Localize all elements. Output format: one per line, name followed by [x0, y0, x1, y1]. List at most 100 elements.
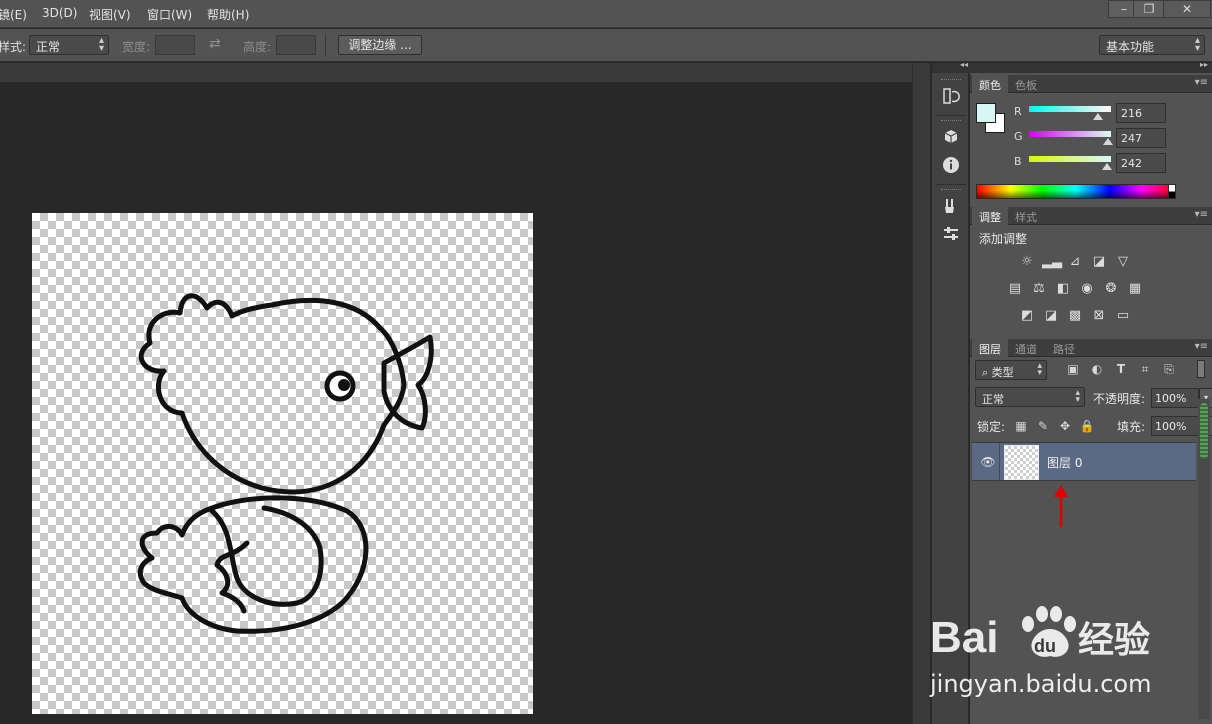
tab-adjustments[interactable]: 调整: [972, 207, 1008, 225]
levels-icon[interactable]: ▂▃: [1042, 254, 1062, 270]
lock-paint-icon[interactable]: ✎: [1035, 418, 1051, 434]
options-bar: 样式: 正常 ▴ ▾ 宽度: ⇄ 高度: 调整边缘 ... 基本功能 ▴ ▾: [0, 29, 1212, 62]
chick-head-outline: [138, 293, 407, 495]
brightness-icon[interactable]: ☼: [1018, 254, 1036, 270]
panel-menu-icon[interactable]: ▾≡: [1195, 209, 1208, 220]
photo-filter-icon[interactable]: ◉: [1078, 281, 1096, 297]
history-icon[interactable]: [940, 87, 962, 109]
height-input[interactable]: [276, 35, 316, 55]
invert-icon[interactable]: ◩: [1018, 308, 1036, 324]
panel-menu-icon[interactable]: ▾≡: [1195, 77, 1208, 88]
collapse-icon: ◂◂: [959, 60, 968, 69]
red-value-input[interactable]: 216: [1116, 103, 1166, 123]
visibility-toggle[interactable]: 👁: [972, 443, 1000, 482]
menu-view[interactable]: 视图(V): [89, 6, 131, 23]
curves-icon[interactable]: ⊿: [1066, 254, 1084, 270]
selective-color-icon[interactable]: ▭: [1114, 308, 1132, 324]
expand-icon: ▸▸: [1199, 60, 1208, 69]
black-white-swatch[interactable]: [1168, 184, 1176, 199]
3d-icon[interactable]: [940, 127, 962, 149]
fill-label: 填充:: [1117, 420, 1146, 434]
gradient-map-icon[interactable]: ⊠: [1090, 308, 1108, 324]
green-slider[interactable]: [1029, 131, 1111, 137]
menu-help[interactable]: 帮助(H): [207, 6, 249, 23]
layer-filter-value: 类型: [991, 366, 1014, 379]
threshold-icon[interactable]: ▩: [1066, 308, 1084, 324]
tab-paths[interactable]: 路径: [1046, 339, 1082, 357]
info-icon[interactable]: [940, 156, 962, 178]
watermark-brand-left: Bai: [930, 613, 998, 662]
red-slider[interactable]: [1029, 106, 1111, 112]
image-filter-icon[interactable]: ▣: [1065, 361, 1081, 377]
smart-filter-icon[interactable]: ⎘: [1161, 361, 1177, 377]
opacity-input[interactable]: 100% ▾: [1151, 388, 1212, 408]
swap-icon[interactable]: ⇄: [209, 36, 221, 52]
width-label: 宽度:: [122, 40, 151, 54]
restore-button[interactable]: ❐: [1133, 0, 1165, 18]
workspace-select[interactable]: 基本功能 ▴ ▾: [1099, 35, 1205, 55]
hue-saturation-icon[interactable]: ▤: [1006, 281, 1024, 297]
style-label: 样式:: [0, 40, 27, 54]
add-adjustment-title: 添加调整: [979, 232, 1028, 246]
type-filter-icon[interactable]: T: [1113, 361, 1129, 377]
panel-menu-icon[interactable]: ▾≡: [1195, 341, 1208, 352]
restore-icon: ❐: [1143, 2, 1155, 16]
red-slider-thumb[interactable]: [1093, 113, 1104, 120]
document-canvas[interactable]: [32, 213, 533, 714]
properties-icon[interactable]: [940, 225, 962, 247]
layer-thumbnail[interactable]: [1004, 445, 1039, 480]
lock-position-icon[interactable]: ✥: [1057, 418, 1073, 434]
blue-slider[interactable]: [1029, 156, 1111, 162]
tab-layers[interactable]: 图层: [972, 339, 1008, 357]
menu-window[interactable]: 窗口(W): [147, 6, 192, 23]
watermark-brand-mid: du: [1034, 636, 1056, 656]
color-lookup-icon[interactable]: ▦: [1126, 281, 1144, 297]
channel-mixer-icon[interactable]: ❂: [1102, 281, 1120, 297]
blue-slider-thumb[interactable]: [1101, 163, 1112, 170]
posterize-icon[interactable]: ◪: [1042, 308, 1060, 324]
lock-transparent-icon[interactable]: ▦: [1013, 418, 1029, 434]
blend-mode-select[interactable]: 正常 ▴ ▾: [975, 387, 1085, 407]
adjustment-filter-icon[interactable]: ◐: [1089, 361, 1105, 377]
green-slider-thumb[interactable]: [1103, 138, 1114, 145]
width-input[interactable]: [155, 35, 195, 55]
fill-input[interactable]: 100% ▾: [1151, 416, 1212, 436]
opacity-label: 不透明度:: [1093, 392, 1146, 406]
blue-value-input[interactable]: 242: [1116, 153, 1166, 173]
canvas-scrollbar[interactable]: [912, 63, 930, 724]
layers-scrollbar[interactable]: [1198, 399, 1210, 719]
dock-collapse-bar[interactable]: ◂◂: [932, 60, 970, 73]
layers-panel-tabs: 图层 通道 路径 ▾≡: [970, 339, 1212, 357]
color-balance-icon[interactable]: ⚖: [1030, 281, 1048, 297]
dock-grip[interactable]: [941, 189, 961, 192]
refine-edge-button[interactable]: 调整边缘 ...: [338, 35, 422, 55]
style-select[interactable]: 正常 ▴ ▾: [29, 35, 109, 55]
layer-row[interactable]: 👁 图层 0: [972, 442, 1196, 482]
tab-color[interactable]: 颜色: [972, 75, 1008, 93]
dock-grip[interactable]: [941, 79, 961, 82]
foreground-color-swatch[interactable]: [976, 103, 996, 123]
shape-filter-icon[interactable]: ⌗: [1137, 361, 1153, 377]
scrollbar-thumb[interactable]: [1200, 403, 1208, 459]
menu-edit[interactable]: 镜(E): [0, 6, 27, 23]
tab-channels[interactable]: 通道: [1008, 339, 1044, 357]
filter-toggle[interactable]: [1197, 360, 1205, 378]
layer-filter-select[interactable]: ⌕ 类型 ▴ ▾: [975, 360, 1047, 380]
panels-collapse-bar[interactable]: ▸▸: [970, 60, 1212, 73]
chick-body-outline: [137, 495, 369, 634]
vibrance-icon[interactable]: ▽: [1114, 254, 1132, 270]
tab-swatches[interactable]: 色板: [1008, 75, 1044, 93]
menu-3d[interactable]: 3D(D): [42, 6, 77, 20]
dock-grip[interactable]: [941, 120, 961, 123]
tab-styles[interactable]: 样式: [1008, 207, 1044, 225]
close-button[interactable]: ✕: [1163, 0, 1211, 18]
chick-pupil: [338, 379, 350, 391]
brush-icon[interactable]: [940, 197, 962, 219]
layer-name[interactable]: 图层 0: [1047, 454, 1082, 471]
lock-all-icon[interactable]: 🔒: [1079, 418, 1095, 434]
black-white-icon[interactable]: ◧: [1054, 281, 1072, 297]
green-value-input[interactable]: 247: [1116, 128, 1166, 148]
color-spectrum-ramp[interactable]: [976, 184, 1176, 199]
annotation-arrow: [1054, 485, 1068, 527]
exposure-icon[interactable]: ◪: [1090, 254, 1108, 270]
